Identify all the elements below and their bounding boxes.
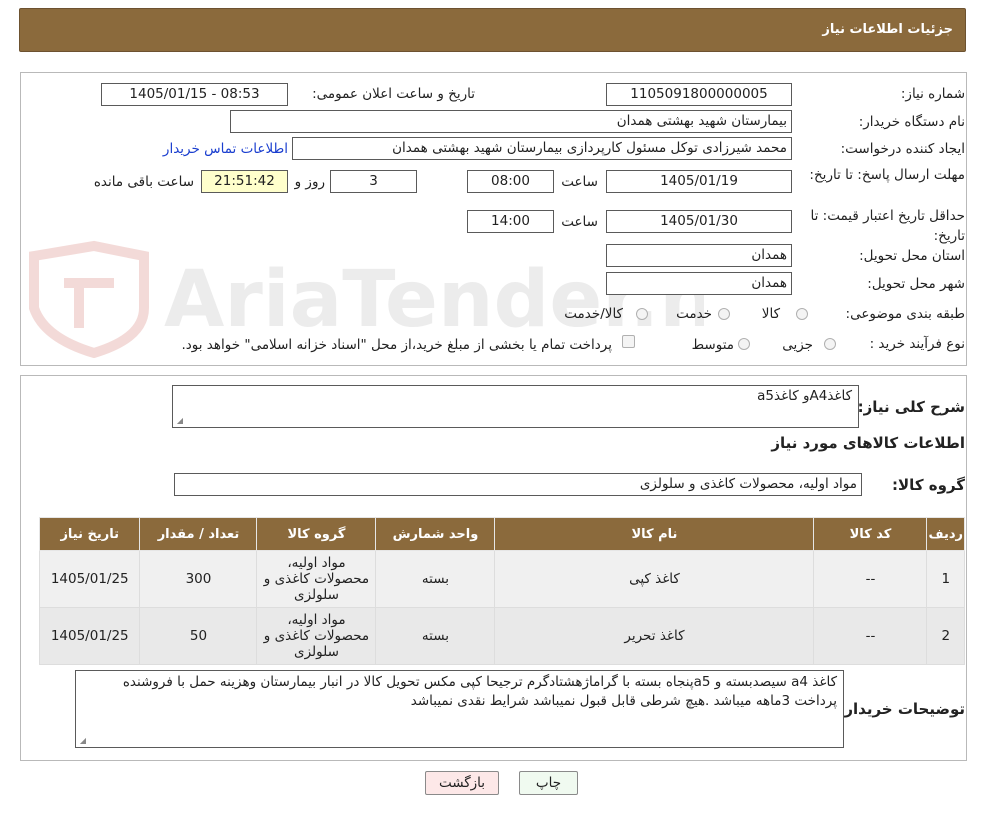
- buyer-contact-link[interactable]: اطلاعات تماس خریدار: [163, 141, 288, 157]
- col-qty: تعداد / مقدار: [139, 517, 258, 551]
- treasury-payment-note: پرداخت تمام یا بخشی از مبلغ خرید،از محل …: [181, 337, 612, 353]
- table-header-row: ردیف کد کالا نام کالا واحد شمارش گروه کا…: [38, 517, 965, 551]
- treasury-payment-checkbox[interactable]: [622, 335, 635, 348]
- days-label: روز و: [294, 174, 325, 190]
- category-service-label: خدمت: [676, 306, 712, 322]
- category-goods-radio[interactable]: [796, 308, 808, 320]
- resize-grip-icon[interactable]: ◢: [78, 737, 86, 745]
- category-service-radio[interactable]: [718, 308, 730, 320]
- summary-text: کاغذA4و کاغذa5: [757, 388, 852, 404]
- announce-field: 1405/01/15 - 08:53: [101, 83, 288, 106]
- deadline-label: مهلت ارسال پاسخ: تا تاریخ:: [809, 167, 965, 183]
- validity-time-field: 14:00: [467, 210, 554, 233]
- goods-group-label: گروه کالا:: [892, 476, 965, 494]
- col-unit: واحد شمارش: [375, 517, 496, 551]
- cell-name: کاغذ تحریر: [494, 607, 815, 665]
- city-label: شهر محل تحویل:: [867, 276, 965, 292]
- watermark-text: AriaTender.neT: [164, 255, 704, 345]
- validity-label: حداقل تاریخ اعتبار قیمت: تا تاریخ:: [810, 208, 965, 244]
- need-number-label: شماره نیاز:: [900, 86, 965, 102]
- summary-label: شرح کلی نیاز:: [857, 398, 965, 416]
- deadline-time-field: 08:00: [467, 170, 554, 193]
- need-number-field: 1105091800000005: [606, 83, 792, 106]
- deadline-date-field: 1405/01/19: [606, 170, 792, 193]
- cell-qty: 50: [139, 607, 258, 665]
- col-group: گروه کالا: [256, 517, 377, 551]
- validity-date-field: 1405/01/30: [606, 210, 792, 233]
- cell-unit: بسته: [375, 550, 496, 608]
- cell-qty: 300: [139, 550, 258, 608]
- notes-field: کاغذ a4 سیصدبسته و a5پنجاه بسته با گراما…: [75, 670, 844, 748]
- days-remaining-field: 3: [330, 170, 417, 193]
- col-date: تاریخ نیاز: [38, 517, 141, 551]
- table-row: 2 -- کاغذ تحریر بسته مواد اولیه، محصولات…: [38, 607, 965, 665]
- print-button[interactable]: چاپ: [519, 771, 578, 795]
- col-name: نام کالا: [494, 517, 815, 551]
- category-goods-label: کالا: [761, 306, 780, 322]
- items-table: ردیف کد کالا نام کالا واحد شمارش گروه کا…: [38, 517, 965, 665]
- province-label: استان محل تحویل:: [859, 248, 965, 264]
- creator-field: محمد شیرزادی توکل مسئول کارپردازی بیمارس…: [292, 137, 792, 160]
- cell-group: مواد اولیه، محصولات کاغذی و سلولزی: [256, 550, 377, 608]
- summary-field: کاغذA4و کاغذa5 ◢: [172, 385, 859, 428]
- cell-name: کاغذ کپی: [494, 550, 815, 608]
- cell-group: مواد اولیه، محصولات کاغذی و سلولزی: [256, 607, 377, 665]
- creator-label: ایجاد کننده درخواست:: [840, 141, 965, 157]
- time-remaining-label: ساعت باقی مانده: [93, 174, 194, 190]
- buyer-label: نام دستگاه خریدار:: [858, 114, 965, 130]
- category-both-radio[interactable]: [636, 308, 648, 320]
- process-label: نوع فرآیند خرید :: [869, 336, 965, 352]
- process-medium-radio[interactable]: [738, 338, 750, 350]
- cell-code: --: [813, 550, 928, 608]
- cell-unit: بسته: [375, 607, 496, 665]
- page-header: جزئیات اطلاعات نیاز: [19, 8, 966, 52]
- cell-date: 1405/01/25: [38, 550, 141, 608]
- cell-date: 1405/01/25: [38, 607, 141, 665]
- resize-grip-icon[interactable]: ◢: [175, 417, 183, 425]
- cell-row: 2: [926, 607, 965, 665]
- announce-label: تاریخ و ساعت اعلان عمومی:: [312, 86, 475, 102]
- notes-text: کاغذ a4 سیصدبسته و a5پنجاه بسته با گراما…: [122, 674, 837, 709]
- time-remaining-field: 21:51:42: [201, 170, 288, 193]
- process-minor-label: جزیی: [782, 337, 813, 353]
- process-medium-label: متوسط: [691, 337, 734, 353]
- page-title: جزئیات اطلاعات نیاز: [822, 22, 953, 37]
- cell-code: --: [813, 607, 928, 665]
- category-both-label: کالا/خدمت: [564, 306, 623, 322]
- goods-group-field: مواد اولیه، محصولات کاغذی و سلولزی: [174, 473, 862, 496]
- validity-time-label: ساعت: [561, 214, 598, 230]
- cell-row: 1: [926, 550, 965, 608]
- goods-info-title: اطلاعات کالاهای مورد نیاز: [771, 434, 965, 452]
- process-minor-radio[interactable]: [824, 338, 836, 350]
- buyer-field: بیمارستان شهید بهشتی همدان: [230, 110, 792, 133]
- table-row: 1 -- کاغذ کپی بسته مواد اولیه، محصولات ک…: [38, 550, 965, 608]
- notes-label: توضیحات خریدار:: [838, 700, 965, 718]
- category-label: طبقه بندی موضوعی:: [845, 306, 965, 322]
- col-row: ردیف: [926, 517, 965, 551]
- col-code: کد کالا: [813, 517, 928, 551]
- city-field: همدان: [606, 272, 792, 295]
- province-field: همدان: [606, 244, 792, 267]
- deadline-time-label: ساعت: [561, 174, 598, 190]
- back-button[interactable]: بازگشت: [425, 771, 499, 795]
